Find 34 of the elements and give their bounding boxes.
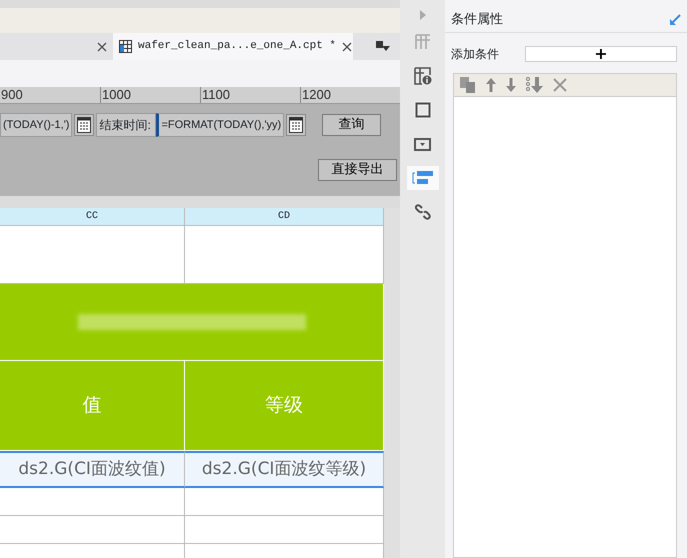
end-time-label: 结束时间: — [96, 113, 156, 137]
column-header[interactable]: CD — [185, 208, 384, 226]
collapse-arrow-icon[interactable] — [669, 14, 681, 26]
report-grid-icon — [119, 40, 132, 53]
export-button[interactable]: 直接导出 — [318, 159, 397, 181]
header-cell: 等级 — [185, 361, 384, 451]
vertical-scrollbar[interactable] — [384, 208, 400, 558]
date-field[interactable]: =FORMAT(TODAY(),'yy) — [156, 113, 284, 137]
query-button[interactable]: 查询 — [322, 114, 382, 136]
date-field[interactable]: (TODAY()-1,') — [0, 113, 72, 137]
panel-title: 条件属性 — [451, 11, 503, 30]
ruler-label: 1000 — [100, 87, 200, 103]
copy-icon[interactable] — [460, 77, 476, 93]
calendar-icon[interactable] — [74, 114, 94, 136]
tab-close-icon[interactable] — [342, 42, 352, 52]
ruler-label: 900 — [0, 87, 24, 103]
up-arrow-icon[interactable] — [486, 78, 496, 92]
editor-tab[interactable]: wafer_clean_pa...e_one_A.cpt * — [113, 33, 353, 60]
add-condition-label: 添加条件 — [451, 46, 499, 63]
ruler-label: 1100 — [200, 87, 300, 103]
down-arrow-icon[interactable] — [506, 78, 516, 92]
header-cell: 值 — [0, 361, 185, 451]
formula-cell[interactable]: ds2.G(CI面波纹等级) — [185, 451, 384, 488]
formula-cell[interactable]: ds2.G(CI面波纹值) — [0, 451, 185, 488]
add-condition-button[interactable]: + — [525, 46, 677, 62]
tab-close-icon[interactable] — [97, 42, 107, 52]
column-header[interactable]: CC — [0, 208, 185, 226]
move-to-bottom-icon[interactable] — [526, 77, 543, 93]
empty-cell[interactable] — [0, 488, 185, 516]
delete-icon[interactable] — [553, 78, 567, 92]
condition-bars-icon[interactable] — [406, 166, 438, 190]
empty-cell[interactable] — [0, 516, 185, 544]
expand-arrow-icon[interactable] — [420, 10, 426, 20]
calendar-icon[interactable] — [286, 114, 306, 136]
